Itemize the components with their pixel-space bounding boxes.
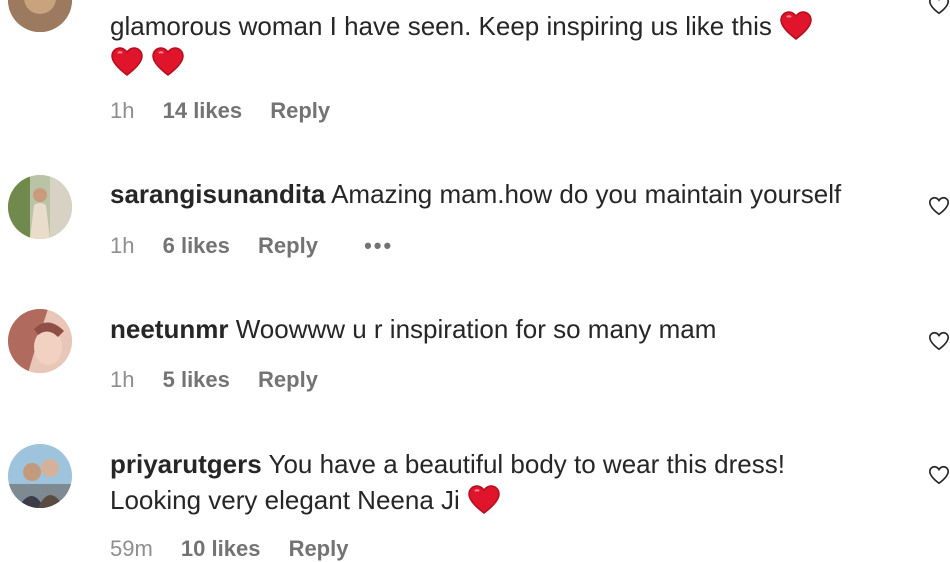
reply-button[interactable]: Reply <box>258 233 318 258</box>
reply-button[interactable]: Reply <box>289 536 349 561</box>
heart-outline-icon[interactable] <box>928 195 950 217</box>
likes-count[interactable]: 10 likes <box>181 536 261 561</box>
reply-button[interactable]: Reply <box>258 367 318 392</box>
timestamp: 59m <box>110 536 153 561</box>
heart-outline-icon[interactable] <box>928 0 950 16</box>
comment-text: sarangisunandita Amazing mam.how do you … <box>110 179 842 209</box>
reply-button[interactable]: Reply <box>270 98 330 123</box>
comment-meta: 1h 5 likes Reply <box>110 367 340 393</box>
heart-emoji-icon <box>110 47 144 77</box>
heart-outline-icon[interactable] <box>928 330 950 352</box>
username[interactable]: priyarutgers <box>110 449 262 479</box>
likes-count[interactable]: 14 likes <box>163 98 243 123</box>
username[interactable]: neetunmr <box>110 314 228 344</box>
avatar[interactable] <box>8 444 72 508</box>
avatar[interactable] <box>8 175 72 239</box>
avatar[interactable] <box>8 0 72 32</box>
likes-count[interactable]: 5 likes <box>163 367 230 392</box>
likes-count[interactable]: 6 likes <box>163 233 230 258</box>
avatar[interactable] <box>8 309 72 373</box>
heart-emoji-icon <box>151 47 185 77</box>
comment-text: glamorous woman I have seen. Keep inspir… <box>110 8 910 80</box>
heart-emoji-icon <box>467 485 501 515</box>
heart-outline-icon[interactable] <box>928 464 950 486</box>
comment-text: priyarutgers You have a beautiful body t… <box>110 449 785 515</box>
timestamp: 1h <box>110 233 135 258</box>
more-options-icon[interactable]: ••• <box>364 233 393 258</box>
timestamp: 1h <box>110 367 135 392</box>
heart-emoji-icon <box>779 11 813 41</box>
comment-meta: 59m 10 likes Reply <box>110 536 370 562</box>
username[interactable]: sarangisunandita <box>110 179 325 209</box>
timestamp: 1h <box>110 98 135 123</box>
comment-text: neetunmr Woowww u r inspiration for so m… <box>110 314 717 344</box>
comment-meta: 1h 14 likes Reply <box>110 98 352 124</box>
comment-meta: 1h 6 likes Reply ••• <box>110 233 415 259</box>
